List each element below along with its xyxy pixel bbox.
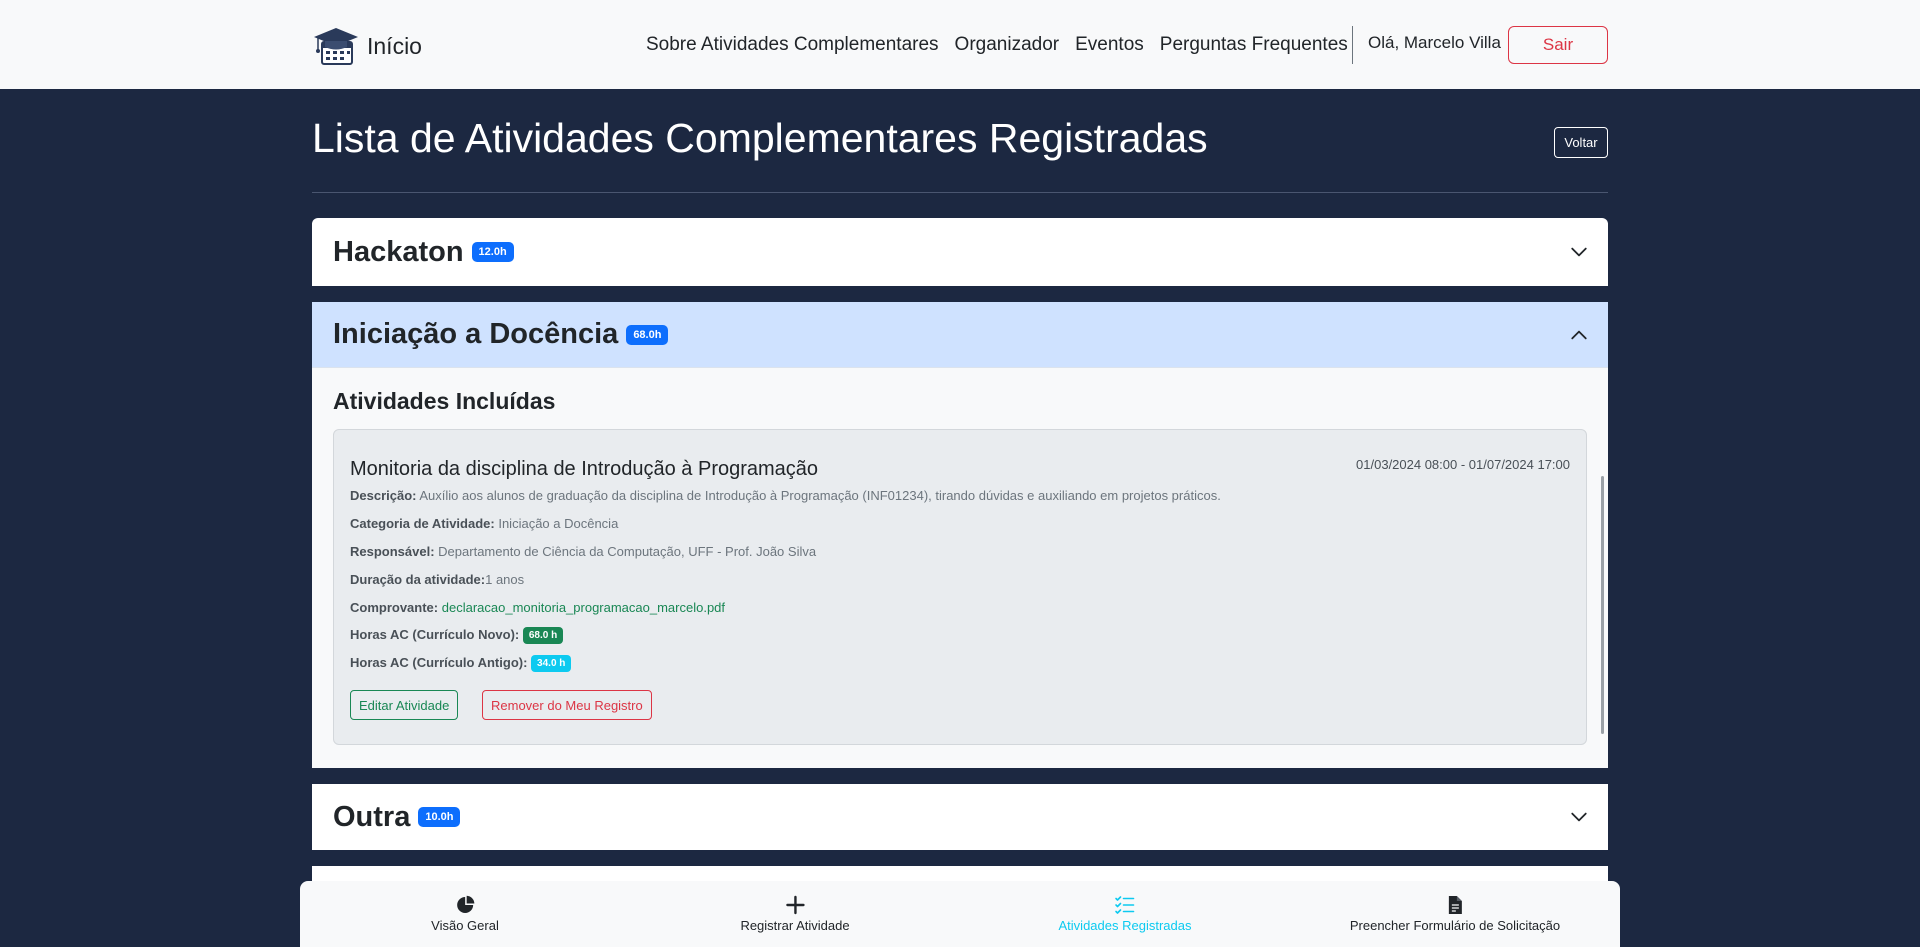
home-link[interactable]: Início: [313, 26, 422, 66]
bottom-nav-request-form[interactable]: Preencher Formulário de Solicitação: [1350, 881, 1560, 947]
hours-new-badge: 68.0 h: [522, 627, 564, 645]
accordion-header-iniciacao-docencia[interactable]: Iniciação a Docência 68.0h: [312, 302, 1608, 367]
hours-badge: 10.0h: [418, 807, 461, 827]
field-label: Descrição:: [350, 488, 417, 503]
field-value: Auxílio aos alunos de graduação da disci…: [419, 488, 1221, 503]
bottom-nav-registered[interactable]: Atividades Registradas: [1058, 881, 1192, 947]
bottom-nav-label: Preencher Formulário de Solicitação: [1349, 918, 1561, 933]
nav-link-about[interactable]: Sobre Atividades Complementares: [646, 34, 939, 56]
accordion-header-hackaton[interactable]: Hackaton 12.0h: [312, 218, 1608, 286]
nav-link-faq[interactable]: Perguntas Frequentes: [1160, 34, 1348, 56]
field-label: Duração da atividade:: [350, 572, 486, 587]
title-divider: [312, 192, 1608, 193]
user-greeting: Olá, Marcelo Villa: [1368, 33, 1501, 52]
bottom-nav-label: Visão Geral: [431, 918, 499, 933]
graduation-cap-calendar-icon: [314, 28, 358, 65]
accordion-header-outra[interactable]: Outra 10.0h: [312, 784, 1608, 850]
category-field: Categoria de Atividade: Iniciação a Docê…: [350, 516, 618, 531]
page-title: Lista de Atividades Complementares Regis…: [312, 115, 1208, 161]
scrollbar[interactable]: [1601, 476, 1604, 734]
field-label: Categoria de Atividade:: [350, 516, 495, 531]
logout-button[interactable]: Sair: [1508, 26, 1608, 64]
field-label: Responsável:: [350, 544, 435, 559]
field-value: Departamento de Ciência da Computação, U…: [438, 544, 817, 559]
hours-badge: 68.0h: [626, 324, 669, 345]
nav-link-organizer[interactable]: Organizador: [955, 34, 1060, 56]
field-label: Horas AC (Currículo Antigo):: [350, 655, 528, 670]
bottom-nav-label: Atividades Registradas: [1058, 918, 1192, 933]
remove-activity-button[interactable]: Remover do Meu Registro: [482, 690, 652, 720]
description-field: Descrição: Auxílio aos alunos de graduaç…: [350, 488, 1221, 503]
hours-badge: 12.0h: [471, 242, 514, 262]
checklist-icon: [1115, 896, 1135, 914]
chevron-up-icon: [1571, 330, 1587, 339]
field-value: Iniciação a Docência: [498, 516, 619, 531]
hours-old-badge: 34.0 h: [531, 655, 572, 673]
accordion-title: Hackaton: [333, 235, 464, 268]
hours-new-field: Horas AC (Currículo Novo): 68.0 h: [350, 627, 564, 645]
field-label: Comprovante:: [350, 600, 439, 615]
document-icon: [1449, 896, 1462, 914]
top-navbar: Início Sobre Atividades Complementares O…: [0, 0, 1920, 89]
nav-links: Sobre Atividades Complementares Organiza…: [646, 34, 1348, 56]
proof-file-link[interactable]: declaracao_monitoria_programacao_marcelo…: [442, 600, 725, 615]
plus-icon: [785, 895, 805, 915]
accordion-title: Iniciação a Docência: [333, 318, 619, 350]
edit-activity-button[interactable]: Editar Atividade: [350, 690, 459, 720]
chevron-down-icon: [1571, 812, 1587, 822]
activity-card: Monitoria da disciplina de Introdução à …: [333, 429, 1587, 745]
nav-link-events[interactable]: Eventos: [1075, 34, 1144, 56]
chevron-down-icon: [1571, 247, 1587, 257]
responsible-field: Responsável: Departamento de Ciência da …: [350, 544, 816, 559]
accordion-body: Atividades Incluídas Monitoria da discip…: [312, 367, 1608, 768]
hours-old-field: Horas AC (Currículo Antigo): 34.0 h: [350, 655, 572, 673]
bottom-navigation: Visão Geral Registrar Atividade Atividad…: [300, 881, 1620, 947]
nav-divider: [1352, 26, 1353, 64]
bottom-nav-label: Registrar Atividade: [740, 918, 850, 933]
accordion-title: Outra: [333, 800, 411, 833]
activity-date-range: 01/03/2024 08:00 - 01/07/2024 17:00: [1356, 457, 1570, 472]
pie-chart-icon: [457, 895, 475, 913]
back-button[interactable]: Voltar: [1554, 127, 1608, 158]
activity-title: Monitoria da disciplina de Introdução à …: [350, 458, 819, 480]
duration-field: Duração da atividade:1 anos: [350, 572, 524, 587]
bottom-nav-overview[interactable]: Visão Geral: [431, 881, 499, 947]
field-value: 1 anos: [485, 572, 525, 587]
bottom-nav-register[interactable]: Registrar Atividade: [740, 881, 850, 947]
proof-field: Comprovante: declaracao_monitoria_progra…: [350, 600, 725, 615]
field-label: Horas AC (Currículo Novo):: [350, 627, 520, 642]
section-title: Atividades Incluídas: [333, 388, 556, 414]
brand-label: Início: [367, 32, 422, 59]
